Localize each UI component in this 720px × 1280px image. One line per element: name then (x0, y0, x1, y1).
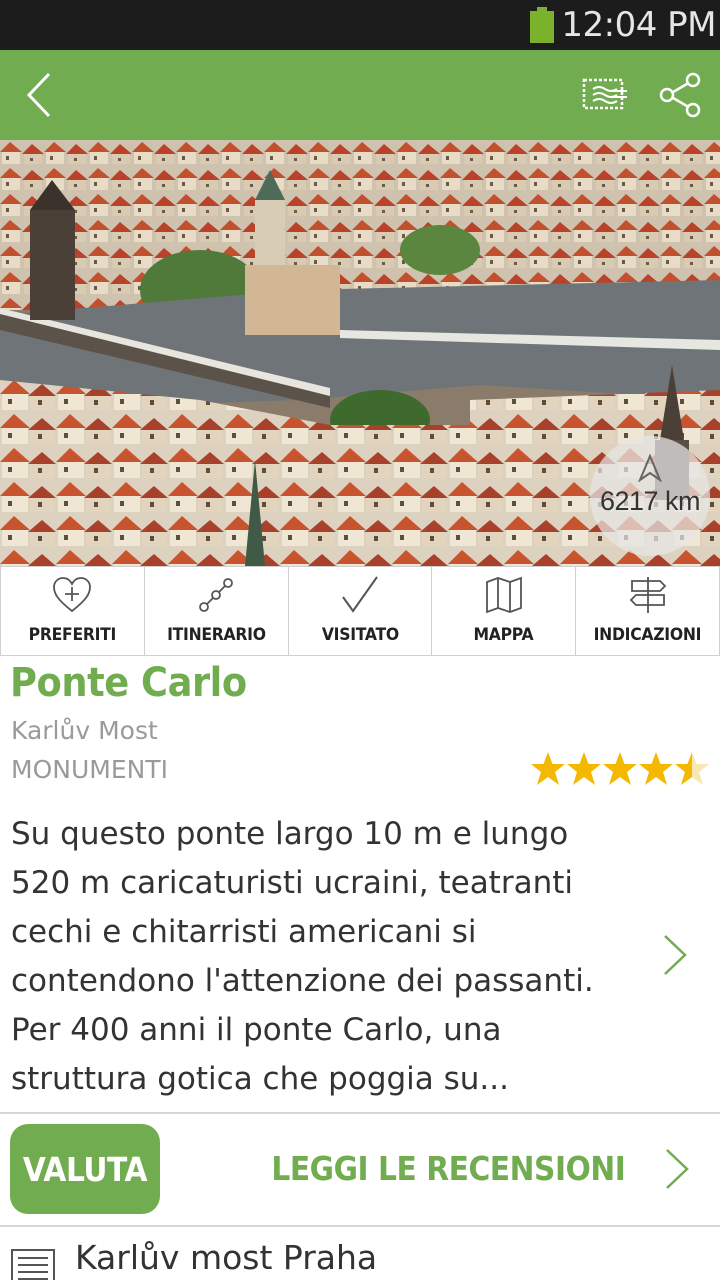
chevron-right-icon (666, 1149, 689, 1189)
star-icon (567, 752, 601, 785)
map-icon (485, 576, 522, 614)
action-bar: PREFERITI ITINERARIO VISITATO MAPPA INDI… (0, 566, 720, 656)
share-icon (659, 72, 701, 118)
place-local-name: Karlův Most (11, 716, 158, 745)
back-button[interactable] (0, 50, 80, 140)
place-title: Ponte Carlo (10, 660, 247, 706)
favorites-label: PREFERITI (28, 625, 117, 645)
visited-button[interactable]: VISITATO (289, 567, 433, 655)
directions-button[interactable]: INDICAZIONI (576, 567, 720, 655)
visited-label: VISITATO (321, 625, 399, 645)
battery-icon (530, 7, 554, 43)
status-clock: 12:04 PM (561, 5, 716, 45)
map-button[interactable]: MAPPA (432, 567, 577, 655)
divider (0, 1225, 720, 1227)
read-reviews-label: LEGGI LE RECENSIONI (270, 1149, 626, 1188)
navigation-arrow-icon (638, 454, 662, 482)
itinerary-label: ITINERARIO (166, 625, 266, 645)
read-reviews-link[interactable]: LEGGI LE RECENSIONI (230, 1124, 720, 1214)
heart-plus-icon (53, 577, 92, 613)
place-description[interactable]: Su questo ponte largo 10 m e lungo 520 m… (11, 810, 636, 1104)
back-chevron-icon (26, 72, 51, 118)
chevron-right-icon[interactable] (655, 930, 695, 980)
distance-badge[interactable]: 6217 km (590, 436, 710, 556)
star-icon (603, 752, 637, 785)
star-icon (639, 752, 673, 785)
postcard-stamp-icon (582, 78, 627, 110)
rate-button-label: VALUTA (22, 1149, 148, 1189)
map-label: MAPPA (473, 625, 534, 645)
postcard-button[interactable] (570, 50, 640, 140)
distance-label: 6217 km (599, 486, 701, 516)
share-button[interactable] (645, 50, 715, 140)
directions-label: INDICAZIONI (593, 625, 702, 645)
rate-button[interactable]: VALUTA (10, 1124, 160, 1214)
status-bar: 12:04 PM (0, 0, 720, 50)
place-category: MONUMENTI (11, 755, 168, 784)
rating-stars (530, 750, 710, 790)
document-icon (11, 1249, 55, 1280)
route-icon (199, 578, 234, 612)
star-half-icon (675, 752, 709, 785)
itinerary-button[interactable]: ITINERARIO (145, 567, 289, 655)
divider (0, 1112, 720, 1114)
signpost-icon (629, 577, 666, 613)
favorites-button[interactable]: PREFERITI (0, 567, 145, 655)
address-row[interactable]: Karlův most Praha (0, 1230, 720, 1280)
address-text: Karlův most Praha (75, 1238, 378, 1277)
star-icon (531, 752, 565, 785)
app-toolbar (0, 50, 720, 140)
checkmark-icon (342, 576, 378, 613)
